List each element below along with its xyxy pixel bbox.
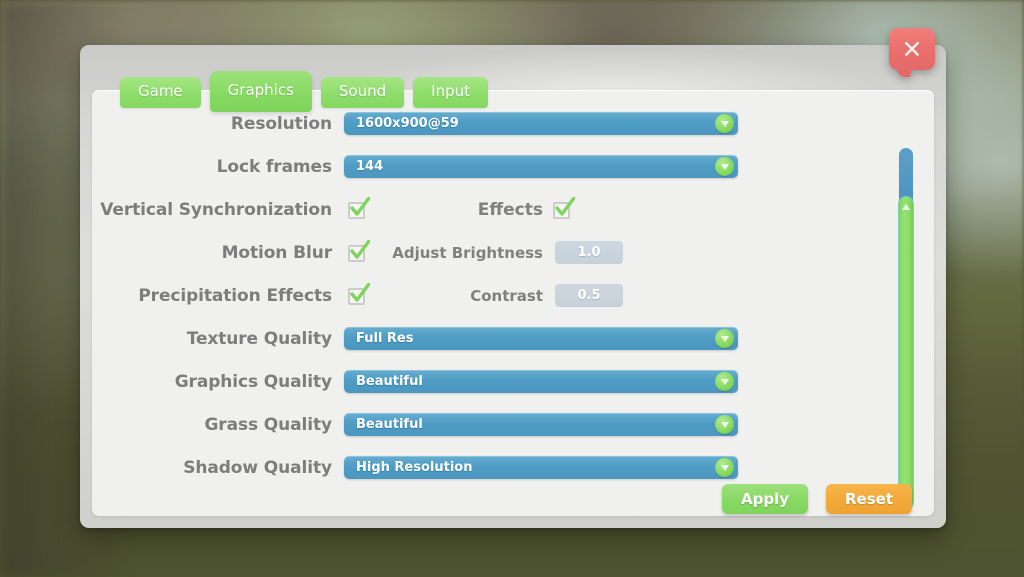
setting-label: Shadow Quality — [183, 457, 332, 478]
setting-label: Resolution — [230, 113, 332, 134]
checkbox-motion-blur[interactable] — [348, 240, 370, 262]
dropdown-value: 1600x900@59 — [356, 116, 459, 131]
tab-sound[interactable]: Sound — [320, 76, 405, 108]
checkbox-effects[interactable] — [553, 197, 575, 219]
setting-label: Lock frames — [216, 156, 332, 177]
chevron-down-icon[interactable] — [715, 114, 734, 133]
setting-label: Grass Quality — [204, 414, 332, 435]
sub-setting-label: Contrast — [470, 286, 543, 305]
setting-row: Shadow Quality High Resolution — [92, 446, 892, 489]
setting-row: Texture Quality Full Res — [92, 317, 892, 360]
dropdown-lock-frames[interactable]: 144 — [344, 155, 738, 178]
dropdown-grass-quality[interactable]: Beautiful — [344, 413, 738, 436]
chevron-down-icon[interactable] — [715, 329, 734, 348]
graphics-settings-list: Resolution 1600x900@59 Lock frames 144 Verti… — [92, 102, 892, 489]
dropdown-value: Beautiful — [356, 374, 423, 389]
chevron-down-icon[interactable] — [715, 157, 734, 176]
dialog-footer: Apply Reset — [722, 484, 912, 514]
setting-row: Grass Quality Beautiful — [92, 403, 892, 446]
dropdown-value: Full Res — [356, 331, 414, 346]
settings-tab-bar: Game Graphics Sound Input — [120, 60, 488, 112]
reset-button[interactable]: Reset — [826, 484, 912, 514]
checkbox-precipitation-effects[interactable] — [348, 283, 370, 305]
setting-label: Vertical Synchronization — [100, 199, 332, 220]
scrollbar-thumb[interactable] — [898, 196, 914, 510]
tab-game[interactable]: Game — [120, 76, 201, 108]
dropdown-value: 144 — [356, 159, 384, 174]
setting-row: Vertical Synchronization Effects — [92, 188, 892, 231]
dropdown-shadow-quality[interactable]: High Resolution — [344, 456, 738, 479]
dropdown-texture-quality[interactable]: Full Res — [344, 327, 738, 350]
chevron-down-icon[interactable] — [715, 415, 734, 434]
setting-row: Motion Blur Adjust Brightness 1.0 — [92, 231, 892, 274]
value-field-adjust-brightness[interactable]: 1.0 — [555, 241, 623, 264]
settings-window: Game Graphics Sound Input Resolution 1600x90… — [80, 45, 946, 528]
dropdown-resolution[interactable]: 1600x900@59 — [344, 112, 738, 135]
sub-setting-label: Effects — [477, 199, 543, 220]
checkbox-vertical-synchronization[interactable] — [348, 197, 370, 219]
setting-row: Lock frames 144 — [92, 145, 892, 188]
setting-label: Motion Blur — [221, 242, 333, 263]
scroll-up-arrow-icon[interactable] — [902, 204, 910, 210]
setting-label: Precipitation Effects — [138, 285, 332, 306]
setting-label: Texture Quality — [186, 328, 332, 349]
close-window-button[interactable]: ✕ — [889, 28, 935, 77]
setting-row: Graphics Quality Beautiful — [92, 360, 892, 403]
tab-input[interactable]: Input — [413, 76, 488, 108]
close-x-icon: ✕ — [901, 34, 923, 64]
setting-label: Graphics Quality — [174, 371, 332, 392]
tab-graphics[interactable]: Graphics — [209, 70, 312, 112]
dropdown-value: Beautiful — [356, 417, 423, 432]
scrollbar-track[interactable] — [899, 148, 913, 202]
sub-setting-label: Adjust Brightness — [392, 243, 543, 262]
apply-button[interactable]: Apply — [722, 484, 808, 514]
value-field-contrast[interactable]: 0.5 — [555, 284, 623, 307]
chevron-down-icon[interactable] — [715, 458, 734, 477]
settings-content-panel: Resolution 1600x900@59 Lock frames 144 Verti… — [92, 90, 934, 516]
chevron-down-icon[interactable] — [715, 372, 734, 391]
dropdown-value: High Resolution — [356, 460, 473, 475]
setting-row: Precipitation Effects Contrast 0.5 — [92, 274, 892, 317]
settings-scrollbar[interactable] — [898, 148, 914, 510]
dropdown-graphics-quality[interactable]: Beautiful — [344, 370, 738, 393]
